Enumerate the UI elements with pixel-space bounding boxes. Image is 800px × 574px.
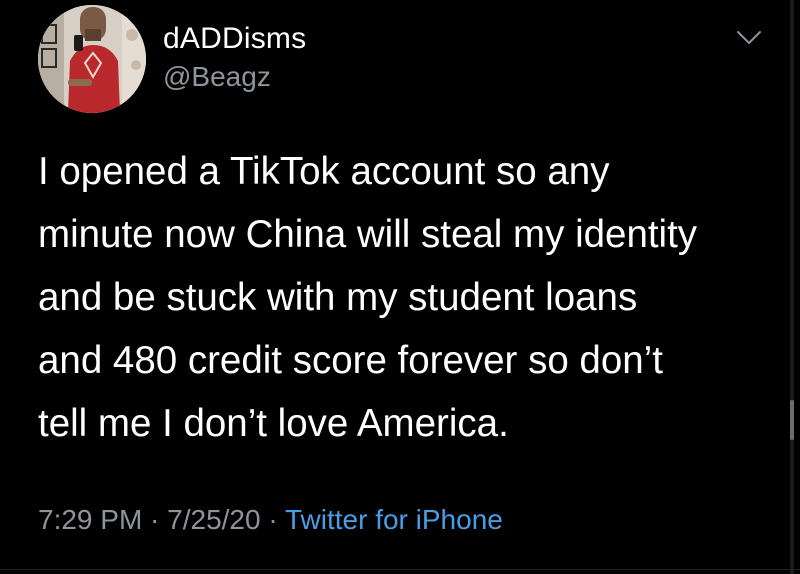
display-name[interactable]: dADDisms (163, 22, 306, 56)
scrollbar[interactable] (790, 0, 794, 574)
tweet-meta: 7:29 PM · 7/25/20 · Twitter for iPhone (38, 500, 503, 540)
tweet-source-link[interactable]: Twitter for iPhone (285, 504, 503, 535)
scrollbar-thumb[interactable] (790, 400, 794, 440)
meta-separator: · (268, 504, 278, 535)
tweet-card: dADDisms @Beagz I opened a TikTok accoun… (0, 0, 800, 574)
divider (0, 569, 800, 570)
user-handle[interactable]: @Beagz (163, 60, 306, 94)
avatar[interactable] (38, 5, 146, 113)
profile-photo-icon (38, 5, 146, 113)
tweet-timestamp[interactable]: 7:29 PM · 7/25/20 (38, 504, 261, 535)
author-block: dADDisms @Beagz (163, 22, 306, 94)
chevron-down-icon[interactable] (734, 28, 764, 48)
tweet-text: I opened a TikTok account so any minute … (38, 150, 698, 445)
